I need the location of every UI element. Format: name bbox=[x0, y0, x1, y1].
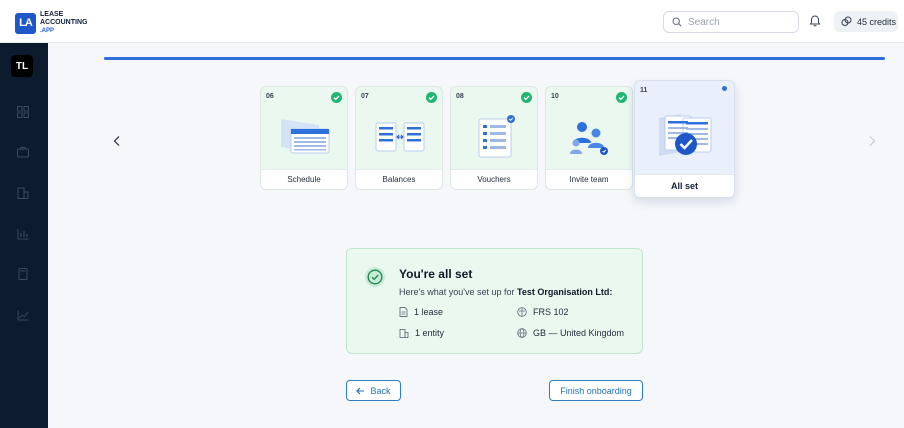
step-label: Schedule bbox=[261, 169, 347, 189]
logo-text: LEASE ACCOUNTING .APP bbox=[40, 11, 87, 35]
back-button[interactable]: Back bbox=[346, 380, 401, 401]
building-icon bbox=[399, 329, 409, 338]
briefcase-icon[interactable] bbox=[16, 145, 30, 159]
grid-icon[interactable] bbox=[16, 105, 30, 119]
step-number: 08 bbox=[456, 93, 464, 100]
onboarding-progress-bar bbox=[104, 57, 885, 60]
leases-count: 1 lease bbox=[414, 307, 444, 317]
check-circle-icon bbox=[616, 92, 627, 103]
logo-line-1: LEASE bbox=[40, 11, 64, 18]
top-header: LA LEASE ACCOUNTING .APP 45 credits bbox=[0, 0, 904, 43]
check-circle-icon bbox=[331, 92, 342, 103]
step-label: All set bbox=[635, 174, 734, 197]
accounting-standard: FRS 102 bbox=[533, 307, 569, 317]
entities-count: 1 entity bbox=[415, 328, 445, 338]
bell-icon[interactable] bbox=[808, 14, 822, 28]
step-card-invite-team[interactable]: 10 Invite team bbox=[545, 86, 633, 190]
back-label: Back bbox=[370, 385, 391, 396]
app-logo[interactable]: LA LEASE ACCOUNTING .APP bbox=[15, 11, 87, 35]
summary-entities: 1 entity bbox=[399, 328, 444, 338]
building-icon[interactable] bbox=[16, 186, 30, 200]
subtitle-prefix: Here's what you've set up for bbox=[399, 287, 517, 297]
step-card-schedule[interactable]: 06 Schedule bbox=[260, 86, 348, 190]
logo-line-2: ACCOUNTING bbox=[40, 19, 88, 26]
step-card-vouchers[interactable]: 08 Vouchers bbox=[450, 86, 538, 190]
avatar[interactable]: TL bbox=[11, 55, 33, 77]
balances-illustration bbox=[356, 103, 442, 171]
line-chart-icon[interactable] bbox=[16, 308, 30, 322]
search-box[interactable] bbox=[663, 11, 799, 33]
country-name: GB — United Kingdom bbox=[533, 328, 625, 338]
check-circle-icon bbox=[426, 92, 437, 103]
globe-icon bbox=[517, 328, 527, 338]
chevron-left-icon[interactable] bbox=[110, 134, 124, 148]
step-card-all-set[interactable]: 11 All set bbox=[634, 80, 735, 198]
step-number: 07 bbox=[361, 93, 369, 100]
search-icon bbox=[672, 17, 682, 27]
progress-fill bbox=[104, 57, 885, 60]
search-input[interactable] bbox=[688, 16, 788, 28]
credits-badge[interactable]: 45 credits bbox=[834, 11, 898, 32]
chevron-right-icon[interactable] bbox=[865, 134, 879, 148]
finish-label: Finish onboarding bbox=[560, 385, 632, 396]
step-number: 11 bbox=[640, 87, 648, 94]
step-label: Balances bbox=[356, 169, 442, 189]
credits-label: 45 credits bbox=[857, 16, 897, 27]
coins-icon bbox=[841, 16, 852, 26]
finish-onboarding-button[interactable]: Finish onboarding bbox=[549, 380, 643, 401]
calculator-icon[interactable] bbox=[16, 267, 30, 281]
summary-title: You're all set bbox=[399, 267, 473, 281]
scale-icon bbox=[517, 307, 527, 317]
bar-chart-icon[interactable] bbox=[16, 227, 30, 241]
schedule-illustration bbox=[261, 103, 347, 171]
logo-mark: LA bbox=[15, 12, 36, 34]
check-circle-icon bbox=[365, 267, 385, 287]
organisation-name: Test Organisation Ltd: bbox=[517, 287, 613, 297]
step-label: Vouchers bbox=[451, 169, 537, 189]
current-step-dot bbox=[722, 86, 727, 91]
sidebar: TL bbox=[0, 43, 48, 428]
step-card-balances[interactable]: 07 Balances bbox=[355, 86, 443, 190]
summary-country: GB — United Kingdom bbox=[517, 328, 624, 338]
step-number: 10 bbox=[551, 93, 559, 100]
step-number: 06 bbox=[266, 93, 274, 100]
summary-standard: FRS 102 bbox=[517, 307, 569, 317]
vouchers-illustration bbox=[451, 103, 537, 171]
summary-leases: 1 lease bbox=[399, 307, 443, 317]
document-icon bbox=[399, 307, 408, 317]
step-label: Invite team bbox=[546, 169, 632, 189]
arrow-left-icon bbox=[356, 387, 365, 394]
invite-team-illustration bbox=[546, 103, 632, 171]
summary-subtitle: Here's what you've set up for Test Organ… bbox=[399, 287, 612, 297]
all-set-illustration bbox=[635, 97, 734, 175]
all-set-summary-card: You're all set Here's what you've set up… bbox=[346, 248, 643, 354]
check-circle-icon bbox=[521, 92, 532, 103]
logo-line-3: .APP bbox=[40, 28, 55, 34]
